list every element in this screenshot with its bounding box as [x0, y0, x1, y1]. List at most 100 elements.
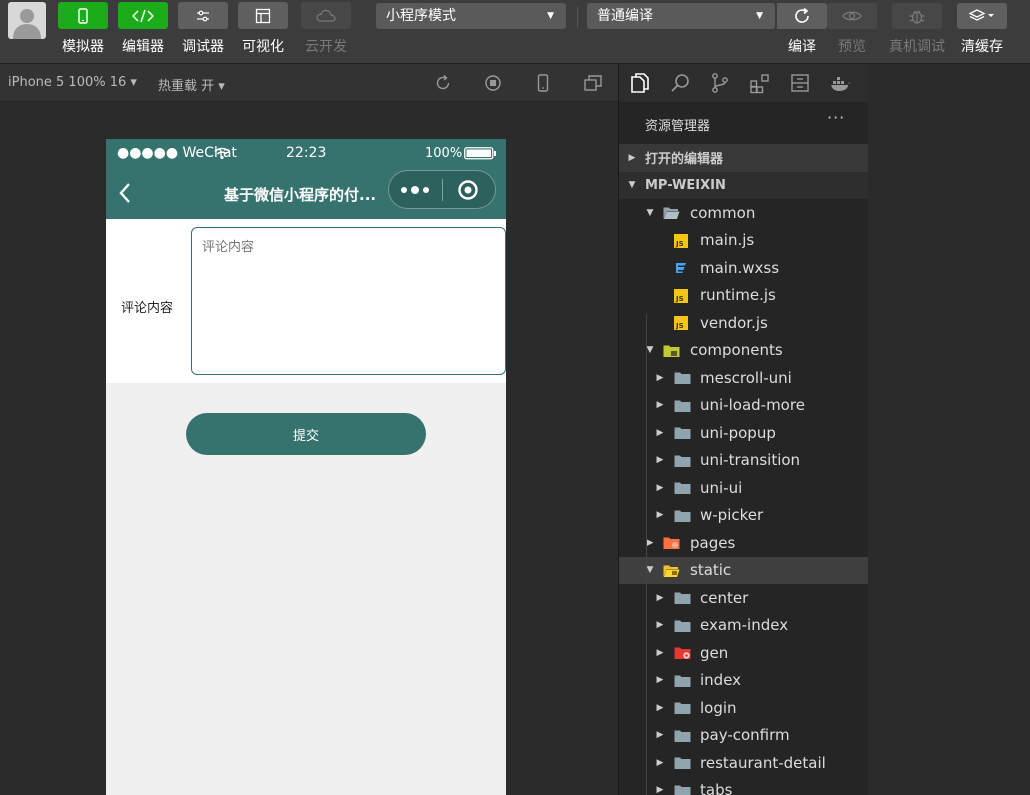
simulator-button[interactable] [58, 2, 108, 29]
editor-button[interactable] [118, 2, 168, 29]
close-miniprogram-icon[interactable] [457, 179, 479, 201]
back-arrow-icon[interactable] [118, 182, 132, 204]
hot-reload-toggle[interactable]: 热重载 开 ▾ [158, 75, 225, 94]
folder-icon [674, 399, 691, 413]
rotate-icon[interactable] [433, 73, 453, 93]
chevron-right-icon[interactable]: ▶ [655, 703, 665, 713]
mode-select[interactable]: 小程序模式 ▼ [376, 3, 566, 29]
status-time: 22:23 [286, 145, 327, 161]
battery-icon [464, 147, 496, 160]
device-select[interactable]: iPhone 5 100% 16 ▾ [8, 75, 137, 90]
chevron-right-icon[interactable]: ▶ [655, 785, 665, 795]
chevron-right-icon[interactable]: ▶ [655, 400, 665, 410]
chevron-right-icon: ▶ [628, 152, 636, 163]
capsule-divider [442, 179, 443, 201]
docker-icon[interactable] [829, 72, 851, 94]
tree-item[interactable]: ▶ mescroll-uni [619, 364, 869, 392]
toolbar-divider [577, 6, 578, 28]
tree-item[interactable]: ▶ w-picker [619, 502, 869, 530]
clear-cache-button[interactable] [957, 3, 1007, 29]
folder-icon [674, 509, 691, 523]
detach-window-icon[interactable] [583, 73, 603, 93]
tree-item[interactable]: ▶ gen [619, 639, 869, 667]
chevron-right-icon[interactable]: ▶ [655, 510, 665, 520]
submit-button[interactable]: 提交 [186, 413, 426, 455]
tree-item[interactable]: ▶ uni-load-more [619, 392, 869, 420]
tree-item[interactable]: ▶ exam-index [619, 612, 869, 640]
chevron-right-icon[interactable]: ▶ [655, 620, 665, 630]
chevron-right-icon[interactable]: ▶ [655, 483, 665, 493]
more-dots-icon[interactable] [400, 183, 430, 197]
compile-select-value: 普通编译 [597, 8, 653, 24]
tree-item[interactable]: ▼ common [619, 199, 869, 227]
compile-select[interactable]: 普通编译 ▼ [587, 3, 775, 29]
tree-item[interactable]: ▶ pages [619, 529, 869, 557]
chevron-right-icon[interactable]: ▶ [655, 428, 665, 438]
indent-guide [646, 314, 647, 618]
extensions-icon[interactable] [749, 72, 771, 94]
source-control-icon[interactable] [709, 72, 731, 94]
chevron-right-icon[interactable]: ▶ [655, 730, 665, 740]
tree-item-label: login [700, 698, 737, 717]
cloud-dev-button[interactable] [301, 2, 351, 29]
tree-item[interactable]: ▼ static [619, 556, 869, 584]
tree-item[interactable]: ▶ index [619, 667, 869, 695]
chevron-down-icon[interactable]: ▼ [645, 208, 655, 218]
project-section[interactable]: ▼ MP-WEIXIN [619, 171, 869, 199]
debugger-button[interactable] [178, 2, 228, 29]
tree-item[interactable]: JS main.js [619, 227, 869, 255]
chevron-right-icon[interactable]: ▶ [655, 373, 665, 383]
simulator-label: 模拟器 [62, 39, 104, 55]
user-avatar[interactable] [8, 2, 46, 39]
folder-icon [674, 701, 691, 715]
search-icon[interactable] [669, 72, 691, 94]
folder-icon [674, 756, 691, 770]
remote-debug-label: 真机调试 [889, 39, 945, 55]
tree-item[interactable]: ▶ restaurant-detail [619, 749, 869, 777]
tree-item[interactable]: ▶ uni-transition [619, 447, 869, 475]
storage-icon[interactable] [789, 72, 811, 94]
wifi-icon [214, 147, 230, 160]
open-editors-section[interactable]: ▶ 打开的编辑器 [619, 144, 869, 172]
comment-textarea[interactable] [191, 227, 506, 375]
simulator-area: ●●●●● WeChat 22:23 100% 基于微信小程序的付... 评论内… [0, 102, 618, 795]
visual-button[interactable] [238, 2, 288, 29]
tree-item[interactable]: ▶ tabs [619, 777, 869, 795]
svg-text:JS: JS [675, 322, 684, 330]
chevron-right-icon[interactable]: ▶ [655, 648, 665, 658]
tree-item-label: uni-popup [700, 423, 776, 442]
files-icon[interactable] [629, 72, 651, 94]
chevron-right-icon[interactable]: ▶ [655, 455, 665, 465]
compile-button[interactable] [777, 3, 827, 29]
tree-item[interactable]: ▶ pay-confirm [619, 722, 869, 750]
chevron-right-icon[interactable]: ▶ [655, 593, 665, 603]
tree-item[interactable]: JS vendor.js [619, 309, 869, 337]
preview-button[interactable] [827, 3, 877, 29]
comment-label: 评论内容 [121, 301, 174, 316]
folder-icon [674, 426, 691, 440]
svg-text:JS: JS [675, 240, 684, 248]
tree-item[interactable]: main.wxss [619, 254, 869, 282]
tree-item[interactable]: ▶ uni-ui [619, 474, 869, 502]
cloud-dev-label: 云开发 [305, 39, 347, 55]
chevron-right-icon[interactable]: ▶ [655, 758, 665, 768]
activity-bar [619, 64, 869, 102]
tree-item[interactable]: ▶ uni-popup [619, 419, 869, 447]
stop-icon[interactable] [483, 73, 503, 93]
phone-icon[interactable] [533, 73, 553, 93]
folder-icon [674, 591, 691, 605]
js-file-icon: JS [674, 316, 691, 330]
tree-item[interactable]: ▼ components [619, 337, 869, 365]
code-icon [132, 9, 154, 22]
folder-icon [674, 481, 691, 495]
tree-item[interactable]: ▶ login [619, 694, 869, 722]
tree-item-label: pages [690, 533, 736, 552]
tree-item[interactable]: JS runtime.js [619, 282, 869, 310]
tree-item-label: uni-ui [700, 478, 743, 497]
chevron-right-icon[interactable]: ▶ [655, 675, 665, 685]
more-options-icon[interactable]: ··· [827, 108, 845, 127]
chevron-down-icon: ▼ [547, 11, 554, 21]
project-label: MP-WEIXIN [645, 177, 726, 193]
tree-item[interactable]: ▶ center [619, 584, 869, 612]
remote-debug-button[interactable] [892, 3, 942, 29]
